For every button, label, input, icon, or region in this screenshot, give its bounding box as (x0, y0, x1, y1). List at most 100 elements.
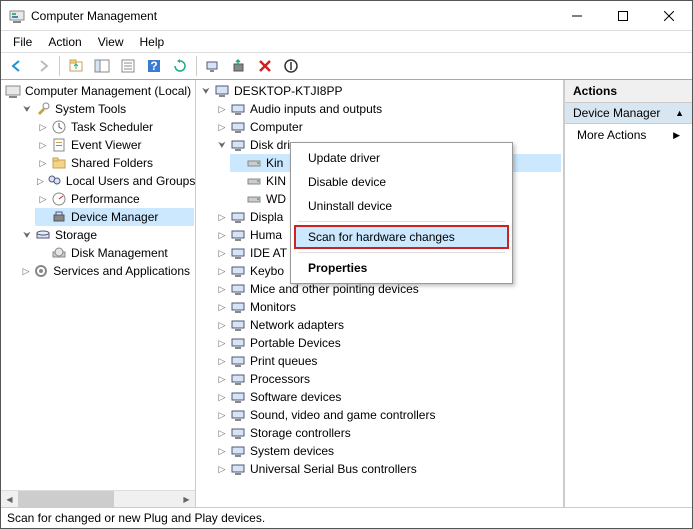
minimize-button[interactable] (554, 1, 600, 31)
expand-icon[interactable]: ▷ (216, 265, 228, 277)
device-category[interactable]: ▷ Print queues (214, 352, 561, 370)
maximize-button[interactable] (600, 1, 646, 31)
expand-icon[interactable]: ▷ (216, 409, 228, 421)
perf-icon (51, 191, 67, 207)
back-button[interactable] (5, 54, 29, 78)
expand-icon[interactable]: ▷ (216, 445, 228, 457)
expand-icon[interactable]: ▷ (216, 355, 228, 367)
disk-icon (246, 173, 262, 189)
tree-system-tools[interactable]: ⮟ System Tools (19, 100, 194, 118)
ctx-uninstall-device[interactable]: Uninstall device (294, 194, 509, 218)
device-tree[interactable]: ⮟ DESKTOP-KTJI8PP ▷ Audio inputs and out… (196, 80, 564, 507)
forward-button[interactable] (31, 54, 55, 78)
expand-icon[interactable]: ▷ (216, 229, 228, 241)
tree-root[interactable]: Computer Management (Local) (3, 82, 194, 100)
title-bar: Computer Management (1, 1, 692, 31)
expand-icon[interactable]: ▷ (216, 319, 228, 331)
refresh-button[interactable] (168, 54, 192, 78)
expand-icon[interactable]: ▷ (37, 157, 49, 169)
collapse-icon[interactable]: ⮟ (21, 103, 33, 115)
tree-performance[interactable]: ▷Performance (35, 190, 194, 208)
expand-icon[interactable]: ▷ (216, 463, 228, 475)
actions-more[interactable]: More Actions ▶ (565, 124, 692, 146)
collapse-icon[interactable]: ⮟ (21, 229, 33, 241)
device-category[interactable]: ▷ Universal Serial Bus controllers (214, 460, 561, 478)
expand-icon[interactable]: ▷ (216, 301, 228, 313)
expand-icon[interactable]: ▷ (216, 337, 228, 349)
expand-icon[interactable]: ▷ (37, 139, 49, 151)
device-category[interactable]: ▷ Network adapters (214, 316, 561, 334)
tree-device-manager[interactable]: Device Manager (35, 208, 194, 226)
scan-hardware-button[interactable] (201, 54, 225, 78)
tree-disk-management[interactable]: Disk Management (35, 244, 194, 262)
menu-action[interactable]: Action (40, 33, 89, 51)
expand-icon[interactable]: ▷ (216, 391, 228, 403)
help-button[interactable]: ? (142, 54, 166, 78)
device-category[interactable]: ▷ Software devices (214, 388, 561, 406)
tree-shared-folders[interactable]: ▷Shared Folders (35, 154, 194, 172)
scroll-thumb[interactable] (18, 491, 114, 508)
expand-icon[interactable]: ▷ (216, 211, 228, 223)
window-title: Computer Management (31, 9, 554, 23)
computer-icon (214, 83, 230, 99)
uninstall-button[interactable] (253, 54, 277, 78)
update-driver-button[interactable] (227, 54, 251, 78)
scroll-left-icon[interactable]: ◀ (1, 491, 18, 508)
device-icon (230, 209, 246, 225)
ctx-scan-hardware[interactable]: Scan for hardware changes (294, 225, 509, 249)
device-category[interactable]: ▷ System devices (214, 442, 561, 460)
scroll-right-icon[interactable]: ▶ (178, 491, 195, 508)
console-tree[interactable]: Computer Management (Local) ⮟ System Too… (1, 80, 196, 490)
collapse-icon[interactable]: ⮟ (216, 139, 228, 151)
properties-button[interactable] (116, 54, 140, 78)
expand-icon[interactable]: ▷ (216, 373, 228, 385)
ctx-update-driver[interactable]: Update driver (294, 146, 509, 170)
device-icon (230, 407, 246, 423)
show-hide-tree-button[interactable] (90, 54, 114, 78)
collapse-icon[interactable]: ⮟ (200, 85, 212, 97)
ctx-properties[interactable]: Properties (294, 256, 509, 280)
tree-local-users[interactable]: ▷Local Users and Groups (35, 172, 194, 190)
actions-group[interactable]: Device Manager ▲ (565, 103, 692, 124)
tree-services-apps[interactable]: ▷ Services and Applications (19, 262, 194, 280)
device-category[interactable]: ▷ Portable Devices (214, 334, 561, 352)
menu-help[interactable]: Help (132, 33, 173, 51)
device-icon (230, 263, 246, 279)
services-icon (33, 263, 49, 279)
expand-icon[interactable]: ▷ (21, 265, 31, 277)
ctx-disable-device[interactable]: Disable device (294, 170, 509, 194)
close-button[interactable] (646, 1, 692, 31)
status-text: Scan for changed or new Plug and Play de… (7, 511, 265, 525)
expand-icon[interactable]: ▷ (37, 175, 44, 187)
expand-icon[interactable]: ▷ (216, 121, 228, 133)
device-icon (230, 281, 246, 297)
device-category[interactable]: ▷ Processors (214, 370, 561, 388)
expand-icon[interactable]: ▷ (216, 427, 228, 439)
left-scrollbar[interactable]: ◀ ▶ (1, 490, 195, 507)
device-category[interactable]: ▷ Storage controllers (214, 424, 561, 442)
context-menu: Update driver Disable device Uninstall d… (290, 142, 513, 284)
device-category[interactable]: ▷ Monitors (214, 298, 561, 316)
tree-event-viewer[interactable]: ▷Event Viewer (35, 136, 194, 154)
menu-view[interactable]: View (90, 33, 132, 51)
tree-task-scheduler[interactable]: ▷Task Scheduler (35, 118, 194, 136)
menu-file[interactable]: File (5, 33, 40, 51)
device-root[interactable]: ⮟ DESKTOP-KTJI8PP (198, 82, 561, 100)
expand-icon[interactable]: ▷ (37, 193, 49, 205)
tree-storage[interactable]: ⮟ Storage (19, 226, 194, 244)
expand-icon[interactable]: ▷ (216, 103, 228, 115)
device-mgr-icon (51, 209, 67, 225)
expand-icon[interactable]: ▷ (216, 283, 228, 295)
collapse-icon: ▲ (675, 108, 684, 118)
device-category[interactable]: ▷ Sound, video and game controllers (214, 406, 561, 424)
menu-bar: File Action View Help (1, 31, 692, 52)
disable-button[interactable] (279, 54, 303, 78)
main-area: Computer Management (Local) ⮟ System Too… (1, 80, 692, 507)
device-category[interactable]: ▷ Computer (214, 118, 561, 136)
up-button[interactable] (64, 54, 88, 78)
expand-icon[interactable]: ▷ (37, 121, 49, 133)
expand-icon[interactable]: ▷ (216, 247, 228, 259)
device-category[interactable]: ▷ Audio inputs and outputs (214, 100, 561, 118)
device-icon (230, 317, 246, 333)
ctx-separator (298, 252, 505, 253)
